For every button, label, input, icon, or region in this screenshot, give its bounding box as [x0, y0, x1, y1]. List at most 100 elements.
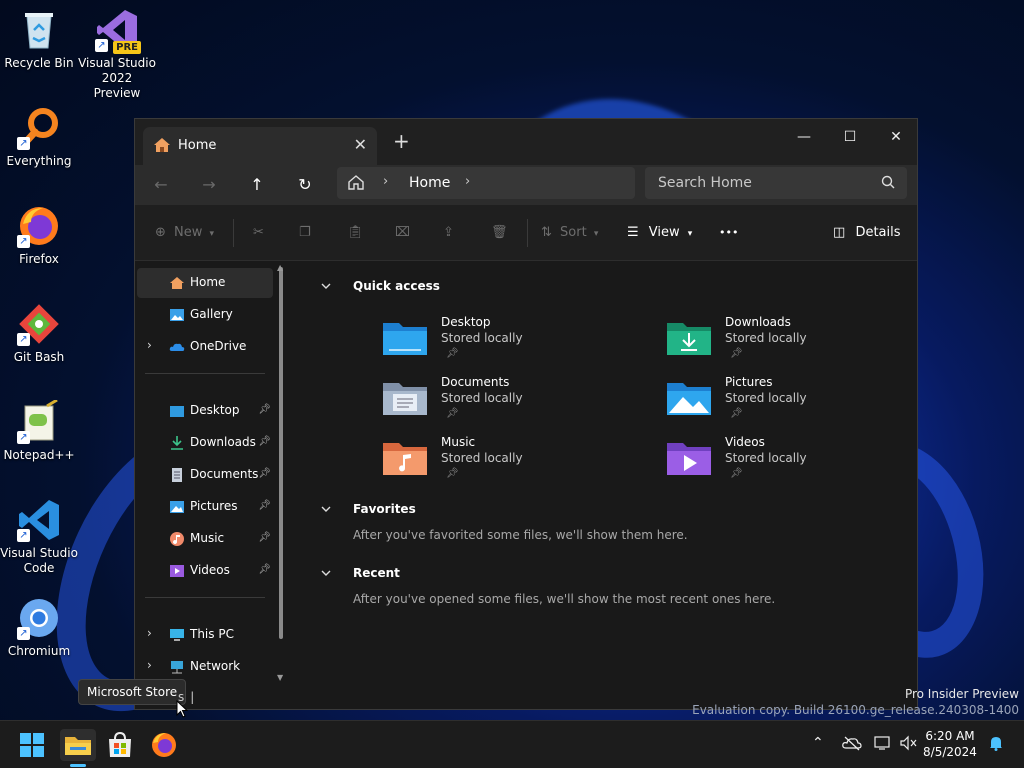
chromium-icon: ↗: [17, 596, 61, 640]
sidebar-item-downloads[interactable]: Downloads 📌︎: [137, 428, 273, 458]
taskbar-file-explorer[interactable]: [60, 729, 96, 767]
shortcut-arrow-icon: ↗: [17, 431, 30, 444]
cut-button[interactable]: ✂: [253, 223, 264, 243]
everything-icon: ↗: [17, 106, 61, 150]
show-hidden-icons-chevron-up-icon[interactable]: ⌃: [812, 735, 824, 751]
downloads-icon: [169, 435, 185, 451]
sidebar-item-home[interactable]: Home: [137, 268, 273, 298]
sidebar-item-pictures[interactable]: Pictures 📌︎: [137, 492, 273, 522]
section-recent[interactable]: Recent: [353, 566, 400, 580]
this-pc-icon: [169, 627, 185, 643]
taskbar-microsoft-store[interactable]: [104, 729, 136, 761]
taskbar-firefox[interactable]: [148, 729, 180, 761]
search-input[interactable]: Search Home: [645, 167, 907, 199]
sidebar-item-this-pc[interactable]: › This PC: [137, 620, 273, 650]
sidebar-item-desktop[interactable]: Desktop 📌︎: [137, 396, 273, 426]
tab-home[interactable]: Home ✕: [143, 127, 377, 165]
paste-button[interactable]: 📋︎: [347, 223, 364, 243]
system-clock[interactable]: 6:20 AM 8/5/2024: [918, 728, 982, 760]
toolbar-divider: [527, 219, 528, 247]
pin-icon: 📌︎: [258, 436, 271, 447]
view-button[interactable]: ☰ View ▾: [627, 223, 692, 243]
cut-icon: ✂: [253, 225, 264, 240]
sidebar-item-documents[interactable]: Documents 📌︎: [137, 460, 273, 490]
quick-access-item-documents[interactable]: Documents Stored locally 📌︎: [383, 375, 643, 425]
desktop-icon-notepad-plus-plus[interactable]: ↗ Notepad++: [0, 398, 78, 463]
recent-empty-message: After you've opened some files, we'll sh…: [353, 592, 776, 606]
build-watermark: Pro Insider Preview Evaluation copy. Bui…: [692, 687, 1019, 717]
rename-button[interactable]: ⌧: [395, 223, 410, 243]
scroll-down-arrow-icon[interactable]: ▼: [277, 673, 283, 682]
desktop-icon-recycle-bin[interactable]: Recycle Bin: [0, 8, 78, 71]
chevron-down-icon[interactable]: [321, 568, 331, 578]
chevron-right-icon[interactable]: ›: [147, 626, 152, 640]
pin-icon: 📌︎: [258, 532, 271, 543]
back-button[interactable]: ←: [147, 173, 175, 197]
paste-icon: 📋︎: [347, 225, 364, 240]
desktop-icon-chromium[interactable]: ↗ Chromium: [0, 596, 78, 659]
sidebar-item-music[interactable]: Music 📌︎: [137, 524, 273, 554]
scroll-up-arrow-icon[interactable]: ▲: [277, 263, 283, 272]
start-button[interactable]: [16, 729, 48, 761]
desktop-icon-firefox[interactable]: ↗ Firefox: [0, 204, 78, 267]
sidebar-item-network[interactable]: › Network: [137, 652, 273, 682]
onedrive-offline-icon[interactable]: [842, 735, 862, 755]
maximize-button[interactable]: ☐: [827, 123, 873, 151]
desktop-icon-everything[interactable]: ↗ Everything: [0, 106, 78, 169]
clock-date: 8/5/2024: [923, 745, 977, 759]
new-button[interactable]: ⊕ New ▾: [155, 223, 214, 243]
delete-button[interactable]: 🗑︎: [491, 223, 508, 243]
minimize-button[interactable]: —: [781, 123, 827, 151]
section-quick-access[interactable]: Quick access: [353, 279, 440, 293]
forward-button[interactable]: →: [195, 173, 223, 197]
firefox-icon: [152, 733, 176, 757]
pin-icon: 📌︎: [258, 468, 271, 479]
chevron-right-icon[interactable]: ›: [147, 658, 152, 672]
sidebar-item-videos[interactable]: Videos 📌︎: [137, 556, 273, 586]
breadcrumb-home[interactable]: Home: [409, 175, 450, 191]
chevron-down-icon[interactable]: [321, 504, 331, 514]
gallery-icon: [169, 307, 185, 323]
more-options-button[interactable]: •••: [719, 223, 738, 243]
quick-access-item-videos[interactable]: Videos Stored locally 📌︎: [667, 435, 917, 485]
chevron-right-icon[interactable]: ›: [147, 338, 152, 352]
sidebar-scrollbar[interactable]: [279, 267, 283, 639]
new-tab-button[interactable]: +: [393, 129, 410, 153]
desktop-icon-visual-studio-2022-preview[interactable]: ↗ PRE Visual Studio 2022 Preview: [78, 8, 156, 101]
microsoft-store-icon: [109, 731, 131, 757]
sidebar-item-onedrive[interactable]: › OneDrive: [137, 332, 273, 362]
share-button[interactable]: ⇪: [443, 223, 454, 243]
desktop-icon-git-bash[interactable]: ↗ Git Bash: [0, 302, 78, 365]
refresh-button[interactable]: ↻: [291, 173, 319, 197]
chevron-right-icon[interactable]: ›: [465, 174, 470, 189]
sort-button[interactable]: ⇅ Sort ▾: [541, 223, 598, 243]
network-icon[interactable]: [874, 735, 892, 755]
desktop-folder-icon: [383, 323, 427, 355]
command-bar: ⊕ New ▾ ✂ ❐ 📋︎ ⌧ ⇪ 🗑︎ ⇅ Sort ▾ ☰ View ▾ …: [135, 205, 917, 261]
address-bar[interactable]: › Home ›: [337, 167, 635, 199]
visual-studio-icon: ↗ PRE: [95, 8, 141, 54]
desktop-folder-icon: [169, 403, 185, 419]
up-button[interactable]: ↑: [243, 173, 271, 197]
section-favorites[interactable]: Favorites: [353, 502, 416, 516]
pre-badge: PRE: [113, 41, 141, 54]
quick-access-item-downloads[interactable]: Downloads Stored locally 📌︎: [667, 315, 917, 365]
volume-muted-icon[interactable]: [900, 735, 918, 755]
music-folder-icon: [383, 443, 427, 475]
desktop-icon-visual-studio-code[interactable]: ↗ Visual Studio Code: [0, 498, 78, 576]
pictures-folder-icon: [667, 383, 711, 415]
search-icon: [881, 175, 895, 192]
quick-access-item-desktop[interactable]: Desktop Stored locally 📌︎: [383, 315, 643, 365]
pin-icon: 📌︎: [258, 500, 271, 511]
quick-access-item-pictures[interactable]: Pictures Stored locally 📌︎: [667, 375, 917, 425]
chevron-down-icon: ▾: [209, 229, 215, 239]
documents-icon: [169, 467, 185, 483]
quick-access-item-music[interactable]: Music Stored locally 📌︎: [383, 435, 643, 485]
close-tab-button[interactable]: ✕: [354, 135, 367, 154]
close-window-button[interactable]: ✕: [873, 123, 917, 151]
details-button[interactable]: ◫ Details: [833, 223, 901, 243]
sidebar-item-gallery[interactable]: Gallery: [137, 300, 273, 330]
copy-button[interactable]: ❐: [299, 223, 311, 243]
notification-bell-icon[interactable]: [988, 735, 1004, 755]
chevron-down-icon[interactable]: [321, 281, 331, 291]
